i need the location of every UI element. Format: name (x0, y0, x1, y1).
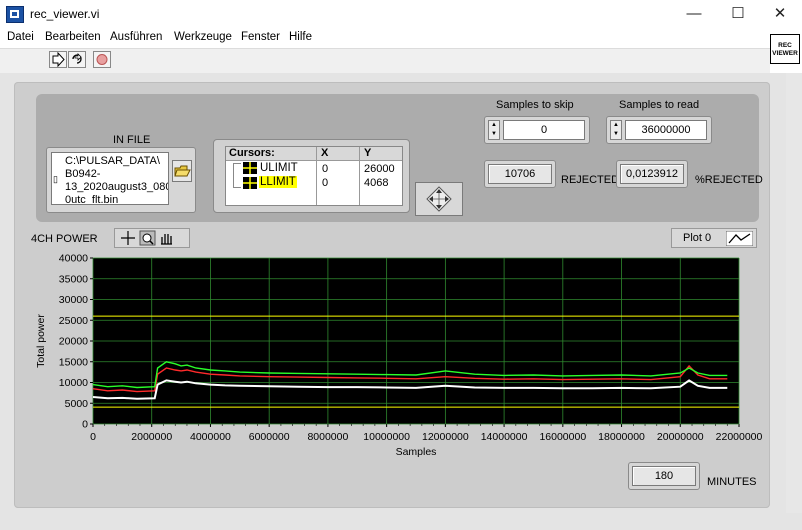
cursor-name-llimit[interactable]: LLIMIT (259, 176, 297, 188)
labview-app-icon (6, 6, 24, 23)
menu-hilfe[interactable]: Hilfe (289, 31, 312, 43)
run-arrow-icon (52, 51, 65, 68)
menu-bearbeiten[interactable]: Bearbeiten (45, 31, 101, 43)
x-tick-label: 0 (90, 431, 96, 443)
toolbar (0, 48, 770, 74)
samples-to-read-input[interactable]: 36000000 (625, 120, 707, 140)
minutes-label: MINUTES (707, 476, 757, 488)
menu-werkzeuge[interactable]: Werkzeuge (174, 31, 232, 43)
x-axis-label: Samples (396, 446, 437, 458)
graph-palette[interactable] (114, 228, 190, 248)
in-file-label: IN FILE (113, 134, 151, 146)
cursor-header-x: X (321, 147, 329, 159)
cursor-movement-control[interactable] (415, 182, 463, 216)
series-line (92, 379, 728, 400)
menu-datei[interactable]: Datei (7, 31, 34, 43)
samples-to-skip-input[interactable]: 0 (503, 120, 585, 140)
x-tick-label: 6000000 (249, 431, 290, 443)
in-file-path-line: 0utc_flt.bin (65, 194, 119, 205)
y-tick-label: 30000 (59, 294, 88, 306)
x-tick-label: 16000000 (539, 431, 586, 443)
cursor-header-name: Cursors: (229, 147, 275, 159)
close-button[interactable]: ✕ (758, 0, 802, 28)
diamond-arrows-icon (426, 186, 452, 212)
y-tick-label: 35000 (59, 273, 88, 285)
path-scroll-icon: ▯ (53, 174, 58, 184)
y-tick-label: 5000 (65, 398, 89, 410)
abort-stop-icon (96, 54, 108, 65)
minutes-indicator: 180 (632, 466, 696, 486)
in-file-path-line: C:\PULSAR_DATA\ (65, 155, 160, 167)
cursor-name-ulimit[interactable]: ULIMIT (260, 162, 298, 174)
series-line (92, 361, 728, 389)
plot-line-style-icon (726, 231, 753, 246)
x-tick-label: 2000000 (131, 431, 172, 443)
y-tick-label: 25000 (59, 315, 88, 327)
x-tick-label: 4000000 (190, 431, 231, 443)
crosshair-tool-icon[interactable] (121, 231, 135, 245)
vi-icon-line1: REC (778, 42, 792, 49)
in-file-path-input[interactable]: C:\PULSAR_DATA\ B0942- 13_2020august3_08… (51, 152, 169, 205)
pan-hand-icon[interactable] (161, 234, 172, 245)
y-tick-label: 10000 (59, 377, 88, 389)
samples-to-skip-stepper[interactable]: ▲ ▼ (488, 120, 500, 140)
y-tick-label: 15000 (59, 356, 88, 368)
plot-legend-name: Plot 0 (683, 232, 712, 244)
run-continuous-button[interactable] (68, 51, 86, 68)
x-tick-label: 10000000 (363, 431, 410, 443)
maximize-button[interactable]: ☐ (716, 0, 760, 28)
power-chart: 0 2000000 4000000 6000000 8000000 10000000 120… (35, 253, 763, 459)
plot-legend[interactable]: Plot 0 (671, 228, 757, 248)
y-tick-label: 40000 (59, 253, 88, 265)
x-tick-label: 22000000 (716, 431, 763, 443)
samples-to-skip-label: Samples to skip (496, 99, 574, 111)
samples-to-read-label: Samples to read (619, 99, 700, 111)
run-continuous-icon (72, 53, 82, 64)
pct-rejected-label: %REJECTED (695, 174, 763, 186)
cursor-y-ulimit: 26000 (364, 163, 395, 175)
x-tick-label: 12000000 (422, 431, 469, 443)
minimize-button[interactable]: — (672, 0, 716, 28)
samples-to-read-stepper[interactable]: ▲ ▼ (610, 120, 622, 140)
cursor-y-llimit: 4068 (364, 177, 389, 189)
pct-rejected-indicator: 0,0123912 (620, 164, 684, 184)
vertical-scrollbar[interactable] (786, 73, 802, 513)
cursor-crosshair-icon[interactable] (243, 177, 257, 189)
browse-file-button[interactable] (172, 160, 192, 182)
menu-fenster[interactable]: Fenster (241, 31, 280, 43)
x-tick-label: 20000000 (657, 431, 704, 443)
column-divider (316, 147, 317, 205)
zoom-tool-icon[interactable] (139, 230, 156, 246)
cursor-x-ulimit: 0 (322, 163, 329, 175)
cursor-tree-bracket (233, 163, 241, 188)
in-file-path-line: 13_2020august3_080 (65, 181, 169, 193)
y-axis-label: Total power (35, 314, 47, 368)
in-file-path-line: B0942- (65, 168, 101, 180)
vi-icon-line2: VIEWER (772, 50, 798, 57)
column-divider (359, 147, 360, 205)
x-tick-label: 8000000 (307, 431, 348, 443)
cursor-header-y: Y (364, 147, 372, 159)
window-title: rec_viewer.vi (30, 7, 100, 21)
vi-icon: REC VIEWER (770, 34, 800, 64)
x-tick-label: 14000000 (481, 431, 528, 443)
y-tick-label: 20000 (59, 336, 88, 348)
run-button[interactable] (49, 51, 67, 68)
rejected-indicator: 10706 (488, 164, 552, 184)
x-tick-label: 18000000 (598, 431, 645, 443)
folder-icon (174, 165, 191, 177)
abort-button[interactable] (93, 51, 111, 68)
graph-label: 4CH POWER (31, 233, 98, 245)
rejected-label: REJECTED (561, 174, 620, 186)
cursor-x-llimit: 0 (322, 177, 329, 189)
menu-ausfuehren[interactable]: Ausführen (110, 31, 162, 43)
y-tick-label: 0 (82, 419, 88, 431)
cursor-crosshair-icon[interactable] (243, 162, 257, 174)
